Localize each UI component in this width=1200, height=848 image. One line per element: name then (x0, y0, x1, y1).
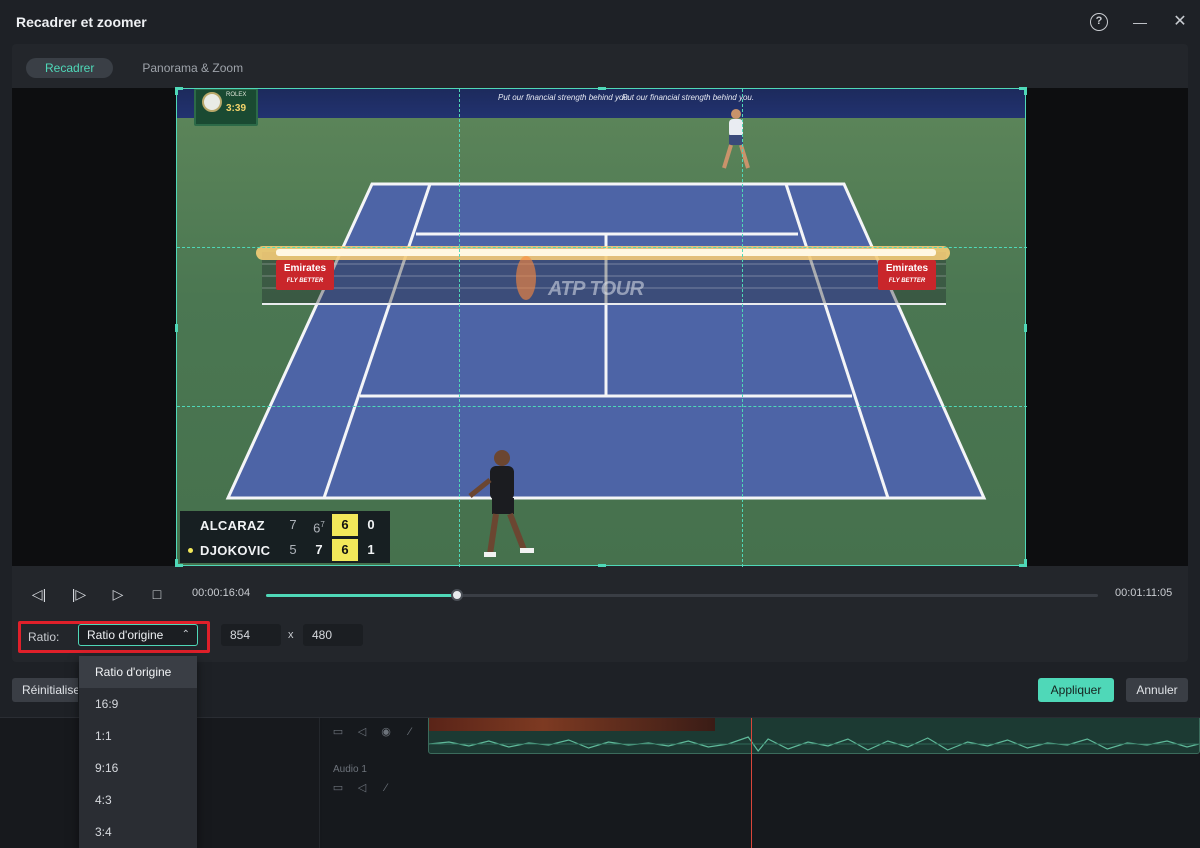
folder-icon[interactable]: ▭ (332, 726, 344, 738)
ratio-selected-value: Ratio d'origine (87, 628, 164, 642)
clock-icon (202, 92, 222, 112)
banner-tagline: FLY BETTER (888, 278, 926, 284)
video-preview: Put our financial strength behind you. P… (12, 87, 1188, 567)
eye-icon[interactable]: ◉ (380, 726, 392, 738)
transport-bar: ◁| |▷ ▷ □ 00:00:16:04 00:01:11:05 (12, 576, 1188, 612)
progress-slider[interactable] (266, 589, 1098, 601)
set-score: 67 (313, 520, 325, 536)
serve-indicator-icon (188, 548, 193, 553)
audio-track-controls: ▭ ◁ ⁄ (332, 782, 392, 794)
magic-icon[interactable]: ⁄ (380, 782, 392, 794)
far-player (722, 109, 750, 169)
folder-icon[interactable]: ▭ (332, 782, 344, 794)
chevron-up-icon: ⌃ (181, 629, 190, 640)
current-time: 00:00:16:04 (192, 587, 251, 599)
court-logo: ATP TOUR (548, 278, 644, 300)
scoreboard: ALCARAZ 7 67 6 0 DJOKOVIC 5 7 6 1 (180, 511, 390, 563)
close-icon[interactable]: ✕ (1170, 12, 1190, 32)
minimize-icon[interactable]: — (1130, 12, 1150, 32)
ratio-option[interactable]: 4:3 (79, 784, 197, 816)
near-player (468, 450, 534, 557)
player-name: ALCARAZ (200, 517, 265, 533)
score-row: ALCARAZ 7 67 6 0 (180, 513, 390, 537)
dialog-panel: Recadrer Panorama & Zoom Put our financi… (12, 44, 1188, 662)
audio-waveform (429, 736, 1199, 752)
ratio-option[interactable]: 9:16 (79, 752, 197, 784)
tennis-court (225, 182, 987, 500)
video-track-controls: ▭ ◁ ◉ ⁄ (332, 726, 416, 738)
ratio-options-list: Ratio d'origine 16:9 1:1 9:16 4:3 3:4 (79, 656, 197, 848)
tab-pan-zoom[interactable]: Panorama & Zoom (123, 58, 262, 78)
score-row: DJOKOVIC 5 7 6 1 (180, 538, 390, 562)
ratio-row: Ratio: Ratio d'origine ⌃ 854 x 480 (12, 620, 1188, 653)
tab-bar: Recadrer Panorama & Zoom (26, 58, 262, 80)
set-score-current: 6 (332, 514, 358, 536)
set-score: 5 (289, 542, 297, 557)
net-banner-right: Emirates FLY BETTER (878, 260, 936, 290)
clock-brand: ROLEX (226, 92, 247, 98)
game-points: 0 (367, 517, 375, 532)
crop-zoom-dialog: Recadrer et zoomer ? — ✕ Recadrer Panora… (0, 0, 1200, 718)
game-points: 1 (367, 542, 375, 557)
timeline-playhead[interactable] (751, 714, 752, 848)
tab-crop[interactable]: Recadrer (26, 58, 114, 78)
magic-icon[interactable]: ⁄ (404, 726, 416, 738)
dimension-separator: x (288, 629, 294, 641)
width-input[interactable]: 854 (221, 624, 281, 646)
dialog-titlebar: Recadrer et zoomer ? — ✕ (0, 0, 1200, 44)
cancel-button[interactable]: Annuler (1126, 678, 1188, 702)
ratio-option[interactable]: 16:9 (79, 688, 197, 720)
banner-brand: Emirates (283, 263, 327, 274)
net-banner-left: Emirates FLY BETTER (276, 260, 334, 290)
ratio-dropdown[interactable]: Ratio d'origine ⌃ (78, 624, 198, 646)
dialog-title: Recadrer et zoomer (16, 14, 147, 30)
height-input[interactable]: 480 (303, 624, 363, 646)
set-score: 7 (315, 542, 323, 557)
ratio-option[interactable]: Ratio d'origine (79, 656, 197, 688)
play-icon[interactable]: ▷ (108, 584, 128, 604)
player-name: DJOKOVIC (200, 542, 271, 558)
video-frame: Put our financial strength behind you. P… (176, 88, 1026, 566)
set-score: 7 (289, 517, 297, 532)
next-frame-icon[interactable]: |▷ (69, 584, 89, 604)
volume-icon[interactable]: ◁ (356, 726, 368, 738)
progress-handle[interactable] (451, 589, 464, 601)
audio-track-label: Audio 1 (333, 764, 367, 775)
total-time: 00:01:11:05 (1115, 587, 1173, 599)
prev-frame-icon[interactable]: ◁| (29, 584, 49, 604)
banner-brand: Emirates (885, 263, 929, 274)
set-score-current: 6 (332, 539, 358, 561)
stop-icon[interactable]: □ (147, 584, 167, 604)
reset-button[interactable]: Réinitialiser (12, 678, 78, 702)
stadium-clock: ROLEX 3:39 (194, 88, 258, 126)
ratio-option[interactable]: 3:4 (79, 816, 197, 848)
progress-fill (266, 594, 458, 597)
help-icon[interactable]: ? (1090, 13, 1108, 31)
video-clip[interactable] (428, 714, 1200, 754)
volume-icon[interactable]: ◁ (356, 782, 368, 794)
banner-tagline: FLY BETTER (286, 278, 324, 284)
clock-time: 3:39 (226, 103, 247, 114)
ratio-option[interactable]: 1:1 (79, 720, 197, 752)
apply-button[interactable]: Appliquer (1038, 678, 1114, 702)
ratio-label: Ratio: (28, 630, 60, 644)
